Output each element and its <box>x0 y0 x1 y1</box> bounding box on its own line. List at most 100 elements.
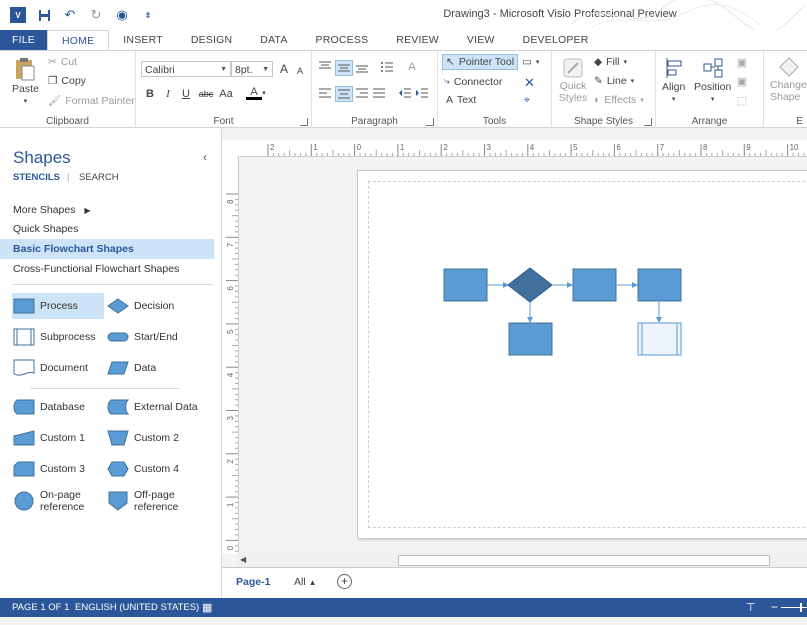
shape-off-page-reference[interactable]: Off-page reference <box>106 485 178 517</box>
paragraph-dialog-launcher[interactable] <box>426 118 434 126</box>
shape-custom-2[interactable]: Custom 2 <box>106 425 179 451</box>
effects-button[interactable]: ◐ Effects ▾ <box>594 94 644 106</box>
font-name-dropdown[interactable]: Calibri ▼ <box>141 61 231 77</box>
bullets-icon[interactable] <box>380 60 394 74</box>
justify-icon[interactable] <box>372 87 386 99</box>
touch-mode-icon[interactable]: ◉ <box>114 7 130 23</box>
bold-button[interactable]: B <box>142 87 158 101</box>
shape-external-data[interactable]: External Data <box>106 394 198 420</box>
tab-design[interactable]: DESIGN <box>177 30 246 50</box>
shrink-font-icon[interactable]: A <box>292 64 308 78</box>
save-icon[interactable] <box>36 7 52 23</box>
shape-on-page-reference[interactable]: On-page reference <box>12 485 84 517</box>
stencil-more-shapes[interactable]: More Shapes ▶ <box>0 200 214 220</box>
tab-home[interactable]: HOME <box>46 30 110 51</box>
tab-data[interactable]: DATA <box>246 30 301 50</box>
grow-font-icon[interactable]: A <box>276 62 292 76</box>
shape-database[interactable]: Database <box>12 394 85 420</box>
undo-icon[interactable]: ↶ <box>62 7 78 23</box>
font-dialog-launcher[interactable] <box>300 118 308 126</box>
underline-button[interactable]: U <box>178 87 194 101</box>
stencil-cross-functional[interactable]: Cross-Functional Flowchart Shapes <box>0 259 214 279</box>
pointer-tool-button[interactable]: ↖ Pointer Tool <box>442 54 519 70</box>
rectangle-tool-button[interactable]: ▭ ▾ <box>522 56 539 68</box>
stencils-tab[interactable]: STENCILS <box>13 172 60 183</box>
quick-styles-button[interactable]: Quick Styles <box>558 57 588 104</box>
shape-data[interactable]: Data <box>106 355 156 381</box>
tab-developer[interactable]: DEVELOPER <box>509 30 603 50</box>
process-shape[interactable] <box>508 322 553 356</box>
shape-custom-1[interactable]: Custom 1 <box>12 425 85 451</box>
format-painter-button[interactable]: 🖌 Format Painter <box>48 94 135 108</box>
align-right-icon[interactable] <box>355 87 369 99</box>
connection-point-icon[interactable]: ⌖ <box>524 94 530 107</box>
horizontal-scrollbar[interactable]: ◀ <box>238 553 807 567</box>
process-shape[interactable] <box>637 268 682 302</box>
shape-process[interactable]: Process <box>12 293 104 319</box>
visio-app-icon[interactable]: V <box>10 7 26 23</box>
chevron-down-icon[interactable]: ▾ <box>260 87 268 101</box>
collapse-panel-icon[interactable]: ‹ <box>203 150 207 164</box>
align-top-icon[interactable] <box>318 61 332 73</box>
change-shape-button[interactable]: Change Shape <box>770 56 807 103</box>
shape-document[interactable]: Document <box>12 355 88 381</box>
align-left-icon[interactable] <box>318 87 332 99</box>
all-pages-button[interactable]: All ▲ <box>294 576 317 588</box>
decrease-indent-icon[interactable] <box>398 87 412 99</box>
tab-review[interactable]: REVIEW <box>382 30 453 50</box>
increase-indent-icon[interactable] <box>415 87 429 99</box>
process-shape[interactable] <box>443 268 488 302</box>
shape-custom-4[interactable]: Custom 4 <box>106 456 179 482</box>
text-tool-button[interactable]: A Text <box>446 94 476 106</box>
tab-view[interactable]: VIEW <box>453 30 509 50</box>
paste-button[interactable]: Paste ▾ <box>12 57 39 105</box>
shape-styles-dialog-launcher[interactable] <box>644 118 652 126</box>
connector-button[interactable]: ⤷ Connector <box>444 75 502 88</box>
process-shape[interactable] <box>572 268 617 302</box>
group-icon[interactable]: ⬚ <box>734 94 750 108</box>
send-backward-icon[interactable]: ▣ <box>734 75 750 89</box>
macro-record-icon[interactable]: ▦ <box>202 601 212 614</box>
copy-button[interactable]: ❐ Copy <box>48 75 86 87</box>
tab-file[interactable]: FILE <box>0 30 47 50</box>
page-tab-current[interactable]: Page-1 <box>236 576 270 588</box>
line-button[interactable]: ✎ Line ▾ <box>594 75 634 87</box>
customize-qat-icon[interactable]: ⇟ <box>140 7 156 23</box>
bring-forward-icon[interactable]: ▣ <box>734 56 750 70</box>
align-center-icon[interactable] <box>335 86 353 102</box>
add-page-icon[interactable]: + <box>337 574 352 589</box>
tab-process[interactable]: PROCESS <box>302 30 383 50</box>
stencil-basic-flowchart[interactable]: Basic Flowchart Shapes <box>0 239 214 259</box>
align-button[interactable]: Align ▾ <box>662 57 685 103</box>
strikethrough-button[interactable]: abc <box>196 87 216 101</box>
shape-decision[interactable]: Decision <box>106 293 174 319</box>
page-count-status[interactable]: PAGE 1 OF 1 <box>12 602 69 613</box>
position-button[interactable]: Position ▾ <box>694 57 731 103</box>
stencil-quick-shapes[interactable]: Quick Shapes <box>0 219 214 239</box>
tab-insert[interactable]: INSERT <box>109 30 177 50</box>
change-case-button[interactable]: Aa <box>216 87 236 101</box>
decision-shape[interactable] <box>507 267 553 303</box>
presentation-mode-icon[interactable]: ⊤ <box>746 601 756 614</box>
cut-button[interactable]: ✂ Cut <box>48 56 77 68</box>
zoom-out-icon[interactable]: − <box>771 600 778 614</box>
italic-button[interactable]: I <box>160 87 176 101</box>
font-size-dropdown[interactable]: 8pt. ▼ <box>231 61 273 77</box>
subprocess-shape[interactable] <box>637 322 682 356</box>
shape-subprocess[interactable]: Subprocess <box>12 324 95 350</box>
align-bottom-icon[interactable] <box>355 61 369 73</box>
zoom-slider-thumb[interactable] <box>800 603 802 612</box>
zoom-slider[interactable] <box>781 607 807 608</box>
scrollbar-thumb[interactable] <box>398 555 770 566</box>
align-middle-icon[interactable] <box>335 60 353 76</box>
language-status[interactable]: ENGLISH (UNITED STATES) <box>75 602 199 613</box>
fill-button[interactable]: ◆ Fill ▾ <box>594 56 627 68</box>
drawing-page[interactable] <box>357 170 807 539</box>
shape-custom-3[interactable]: Custom 3 <box>12 456 85 482</box>
scroll-left-icon[interactable]: ◀ <box>240 555 250 565</box>
redo-icon[interactable]: ↻ <box>88 7 104 23</box>
text-direction-icon[interactable]: A <box>404 60 420 74</box>
search-tab[interactable]: SEARCH <box>79 172 119 183</box>
shape-start-end[interactable]: Start/End <box>106 324 178 350</box>
close-tool-icon[interactable]: ✕ <box>524 75 535 91</box>
